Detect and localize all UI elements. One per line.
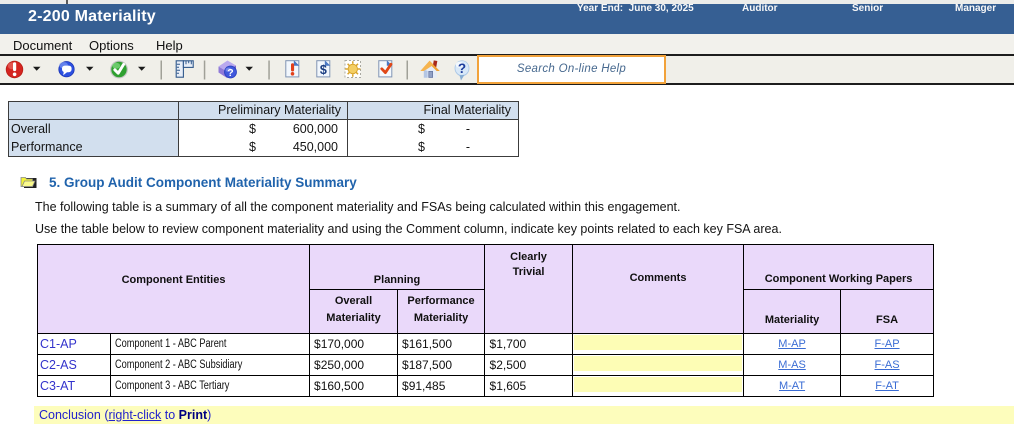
svg-text:?: ? xyxy=(458,61,466,76)
svg-text:$: $ xyxy=(320,63,327,77)
svg-text:?: ? xyxy=(227,67,233,79)
